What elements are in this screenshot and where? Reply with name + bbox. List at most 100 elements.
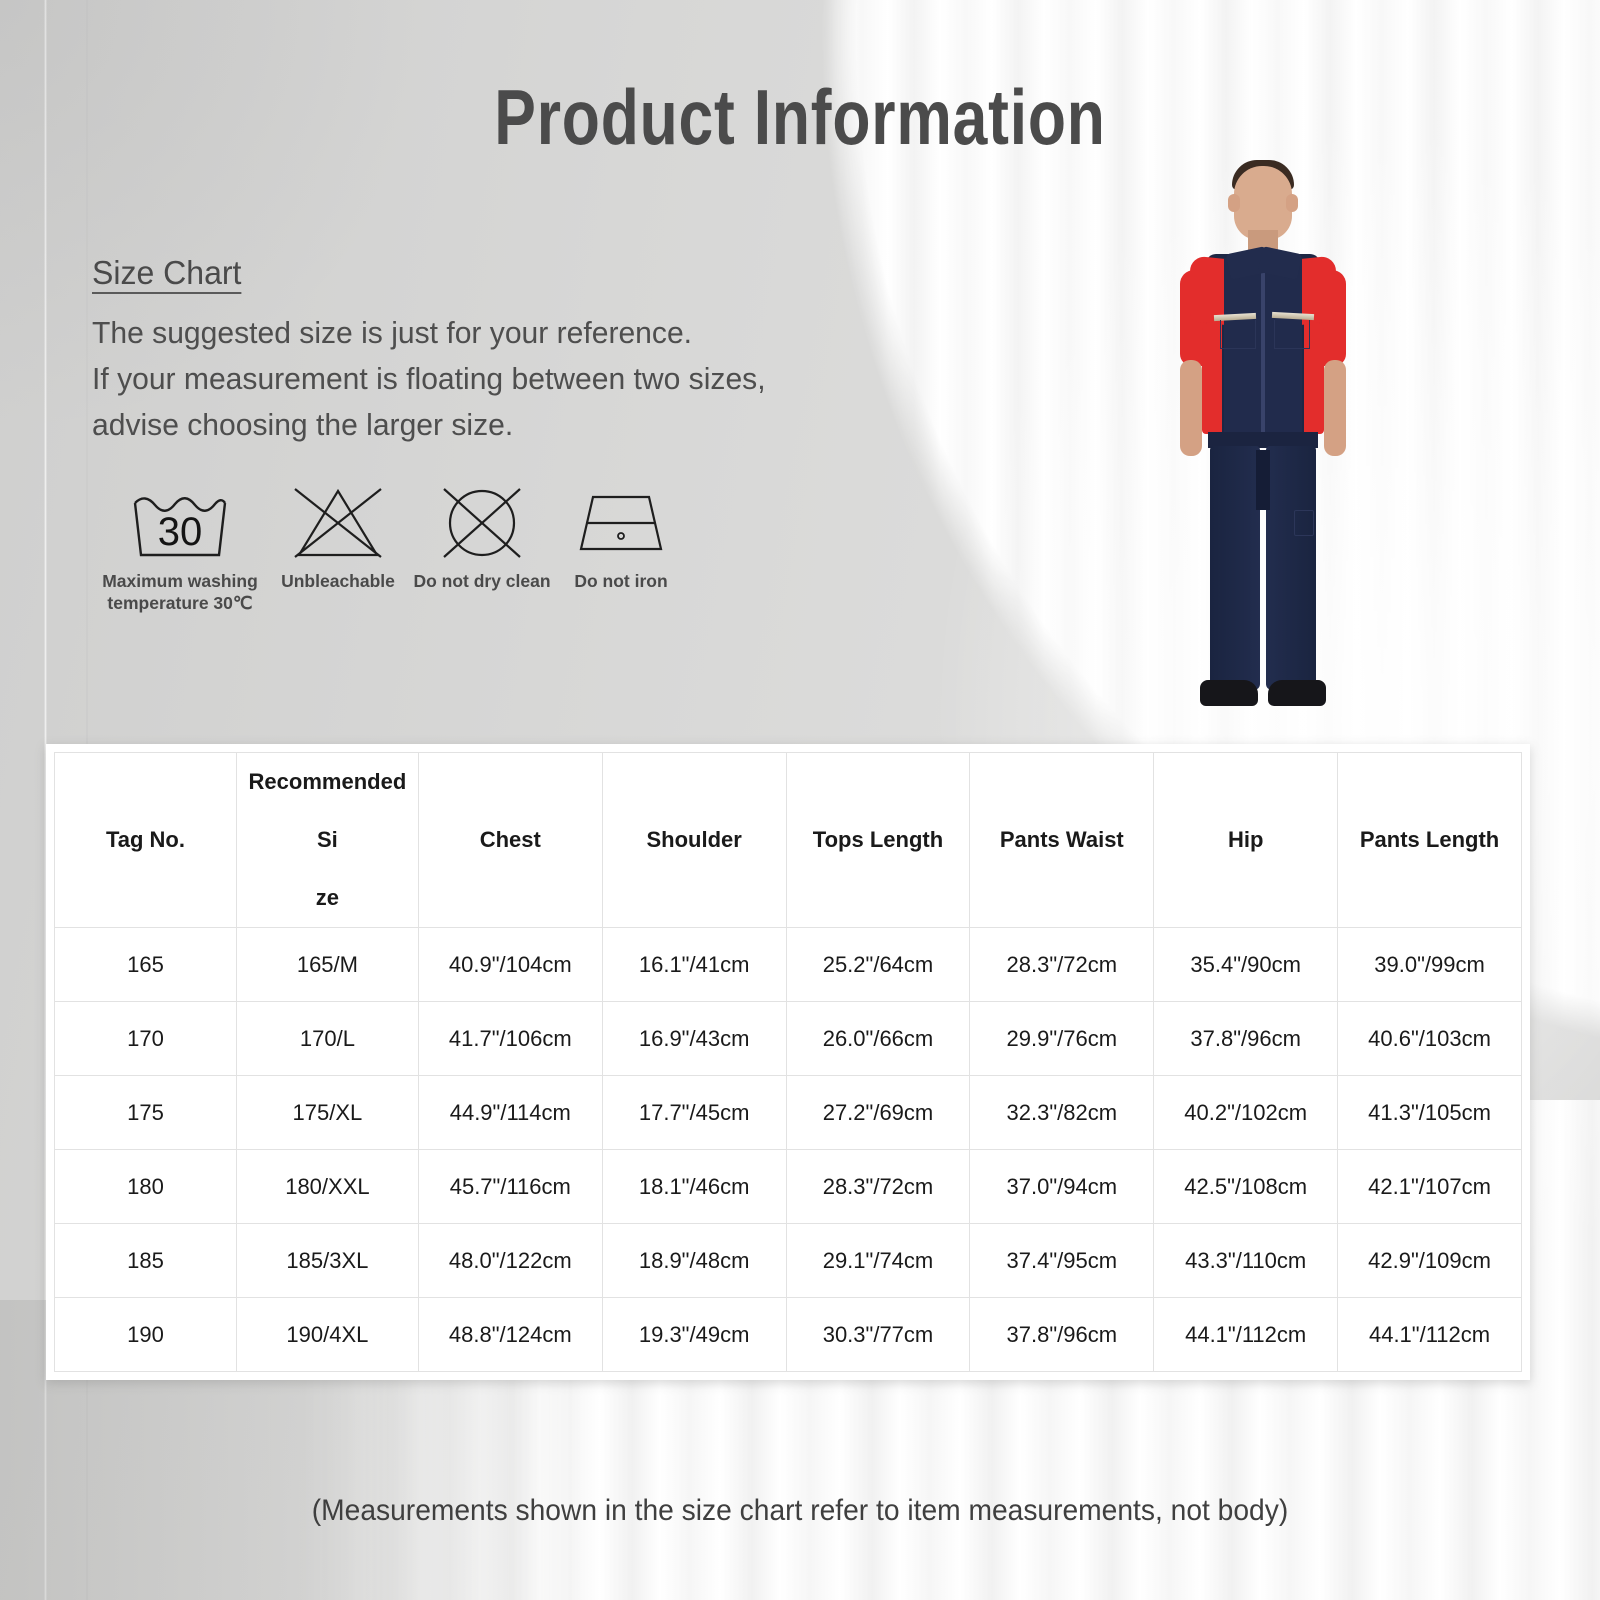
cell-hip: 40.2"/102cm — [1153, 1075, 1339, 1150]
care-symbol-iron: Do not iron — [556, 480, 686, 592]
crossed-triangle-icon — [289, 480, 387, 566]
cell-shoulder: 19.3"/49cm — [601, 1297, 787, 1372]
cell-hip: 35.4"/90cm — [1153, 927, 1339, 1002]
cell-pants-waist: 32.3"/82cm — [969, 1075, 1155, 1150]
uniform-pant-leg-left — [1210, 446, 1260, 690]
footer-measurement-note: (Measurements shown in the size chart re… — [311, 1494, 1289, 1527]
column-header-pants-waist: Pants Waist — [969, 752, 1155, 928]
table-row: 190 190/4XL 48.8"/124cm 19.3"/49cm 30.3"… — [54, 1297, 1522, 1372]
cell-chest: 41.7"/106cm — [417, 1001, 603, 1076]
size-chart-info: Size Chart The suggested size is just fo… — [92, 256, 786, 448]
care-symbol-label: Unbleachable — [281, 571, 395, 591]
column-header-shoulder: Shoulder — [601, 752, 787, 928]
table-row: 175 175/XL 44.9"/114cm 17.7"/45cm 27.2"/… — [54, 1075, 1522, 1150]
column-header-pants-length: Pants Length — [1337, 752, 1522, 928]
cell-tops-length: 28.3"/72cm — [785, 1149, 971, 1224]
model-ear-right — [1286, 194, 1298, 212]
size-chart-line: If your measurement is floating between … — [92, 361, 766, 396]
cell-tops-length: 27.2"/69cm — [785, 1075, 971, 1150]
cell-pants-length: 42.9"/109cm — [1337, 1223, 1522, 1298]
cell-chest: 48.8"/124cm — [417, 1297, 603, 1372]
care-symbol-dry-clean: Do not dry clean — [408, 480, 556, 592]
model-arm-left — [1180, 360, 1202, 456]
size-chart-line: advise choosing the larger size. — [92, 407, 514, 442]
column-header-tops-length: Tops Length — [785, 752, 971, 928]
cell-hip: 37.8"/96cm — [1153, 1001, 1339, 1076]
cell-chest: 40.9"/104cm — [417, 927, 603, 1002]
cell-recommended-size: 170/L — [235, 1001, 419, 1076]
column-header-label: Tag No. — [105, 827, 185, 852]
cell-shoulder: 16.9"/43cm — [601, 1001, 787, 1076]
cell-tops-length: 29.1"/74cm — [785, 1223, 971, 1298]
column-header-label: Tops Length — [812, 827, 944, 852]
care-symbols-row: 30 Maximum washing temperature 30℃ Unble… — [92, 480, 686, 614]
cell-pants-length: 40.6"/103cm — [1337, 1001, 1522, 1076]
cell-hip: 44.1"/112cm — [1153, 1297, 1339, 1372]
cell-tag-no: 180 — [54, 1149, 237, 1224]
cell-recommended-size: 175/XL — [235, 1075, 419, 1150]
cell-pants-length: 42.1"/107cm — [1337, 1149, 1522, 1224]
size-chart-line: The suggested size is just for your refe… — [92, 315, 693, 350]
uniform-pants-center-seam — [1256, 450, 1270, 510]
column-header-label: Pants Waist — [999, 827, 1124, 852]
cell-chest: 45.7"/116cm — [417, 1149, 603, 1224]
model-shoe-right — [1268, 680, 1326, 706]
cell-pants-waist: 37.4"/95cm — [969, 1223, 1155, 1298]
cell-pants-length: 44.1"/112cm — [1337, 1297, 1522, 1372]
column-header-label: Pants Length — [1359, 827, 1500, 852]
cell-recommended-size: 190/4XL — [235, 1297, 419, 1372]
size-chart-description: The suggested size is just for your refe… — [92, 310, 786, 448]
cell-shoulder: 16.1"/41cm — [601, 927, 787, 1002]
cell-tag-no: 175 — [54, 1075, 237, 1150]
size-table-frame: Tag No. Recommended Si ze Chest Shoulder… — [46, 744, 1530, 1380]
iron-icon — [573, 480, 669, 566]
column-header-label: Shoulder — [646, 827, 742, 852]
model-head — [1234, 166, 1292, 240]
uniform-chest-pocket-left — [1220, 320, 1256, 349]
cell-hip: 43.3"/110cm — [1153, 1223, 1339, 1298]
cell-tag-no: 190 — [54, 1297, 237, 1372]
care-symbol-bleach: Unbleachable — [268, 480, 408, 592]
cell-recommended-size: 185/3XL — [235, 1223, 419, 1298]
cell-pants-length: 41.3"/105cm — [1337, 1075, 1522, 1150]
product-information-banner: Product Information Size Chart The sugge… — [0, 0, 1600, 1600]
cell-pants-waist: 37.0"/94cm — [969, 1149, 1155, 1224]
uniform-cargo-pocket — [1294, 510, 1314, 536]
cell-shoulder: 17.7"/45cm — [601, 1075, 787, 1150]
model-shoe-left — [1200, 680, 1258, 706]
column-header-label: Recommended Si ze — [248, 769, 407, 910]
table-row: 170 170/L 41.7"/106cm 16.9"/43cm 26.0"/6… — [54, 1001, 1522, 1076]
uniform-pant-leg-right — [1266, 446, 1316, 690]
uniform-side-panel-left — [1202, 322, 1222, 434]
cell-recommended-size: 180/XXL — [235, 1149, 419, 1224]
cell-shoulder: 18.9"/48cm — [601, 1223, 787, 1298]
cell-pants-waist: 28.3"/72cm — [969, 927, 1155, 1002]
model-arm-right — [1324, 360, 1346, 456]
column-header-hip: Hip — [1153, 752, 1339, 928]
cell-tag-no: 165 — [54, 927, 237, 1002]
care-symbol-wash: 30 Maximum washing temperature 30℃ — [92, 480, 268, 614]
size-chart-heading: Size Chart — [92, 256, 242, 294]
cell-hip: 42.5"/108cm — [1153, 1149, 1339, 1224]
cell-shoulder: 18.1"/46cm — [601, 1149, 787, 1224]
column-header-label: Chest — [479, 827, 541, 852]
cell-chest: 44.9"/114cm — [417, 1075, 603, 1150]
cell-tops-length: 26.0"/66cm — [785, 1001, 971, 1076]
table-header-row: Tag No. Recommended Si ze Chest Shoulder… — [54, 752, 1522, 928]
table-row: 180 180/XXL 45.7"/116cm 18.1"/46cm 28.3"… — [54, 1149, 1522, 1224]
model-ear-left — [1228, 194, 1240, 212]
cell-pants-length: 39.0"/99cm — [1337, 927, 1522, 1002]
cell-recommended-size: 165/M — [235, 927, 419, 1002]
table-row: 185 185/3XL 48.0"/122cm 18.9"/48cm 29.1"… — [54, 1223, 1522, 1298]
column-header-recommended-size: Recommended Si ze — [235, 752, 419, 928]
wash-tub-30-icon: 30 — [127, 480, 233, 566]
cell-tops-length: 30.3"/77cm — [785, 1297, 971, 1372]
uniform-chest-pocket-right — [1274, 320, 1310, 349]
column-header-chest: Chest — [417, 752, 603, 928]
uniform-zipper — [1261, 266, 1265, 434]
cell-tops-length: 25.2"/64cm — [785, 927, 971, 1002]
care-symbol-label: Maximum washing temperature 30℃ — [102, 571, 258, 613]
column-header-tag-no: Tag No. — [54, 752, 237, 928]
cell-tag-no: 185 — [54, 1223, 237, 1298]
column-header-label: Hip — [1227, 827, 1264, 852]
